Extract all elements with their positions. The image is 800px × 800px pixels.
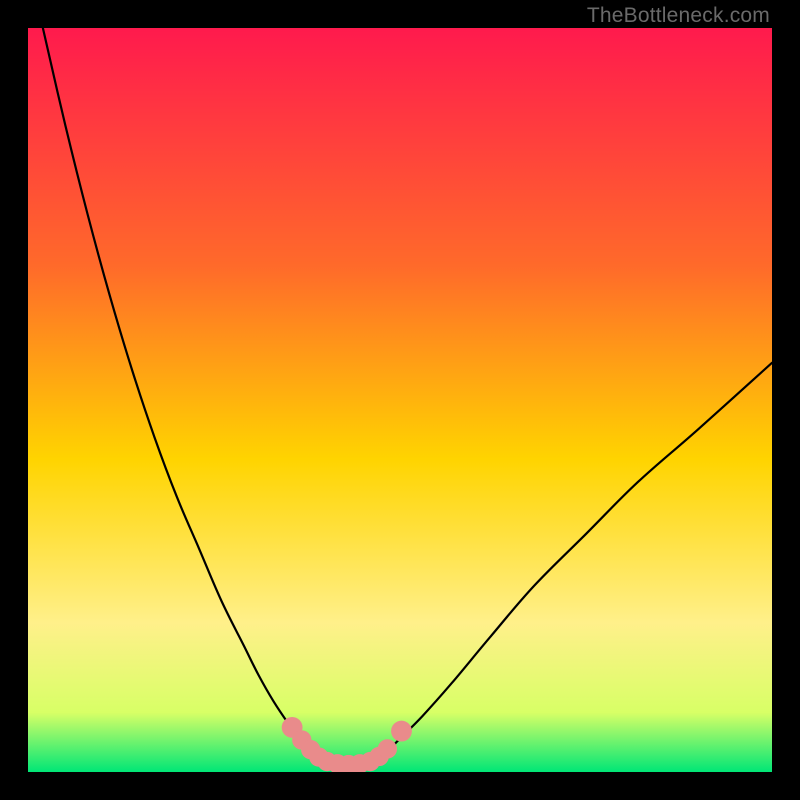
data-marker [391,721,412,742]
curve-layer [28,28,772,772]
curve-right-branch [370,363,772,763]
chart-frame: TheBottleneck.com [0,0,800,800]
plot-area [28,28,772,772]
data-marker [378,739,397,758]
watermark-text: TheBottleneck.com [587,4,770,28]
curve-left-branch [43,28,326,762]
